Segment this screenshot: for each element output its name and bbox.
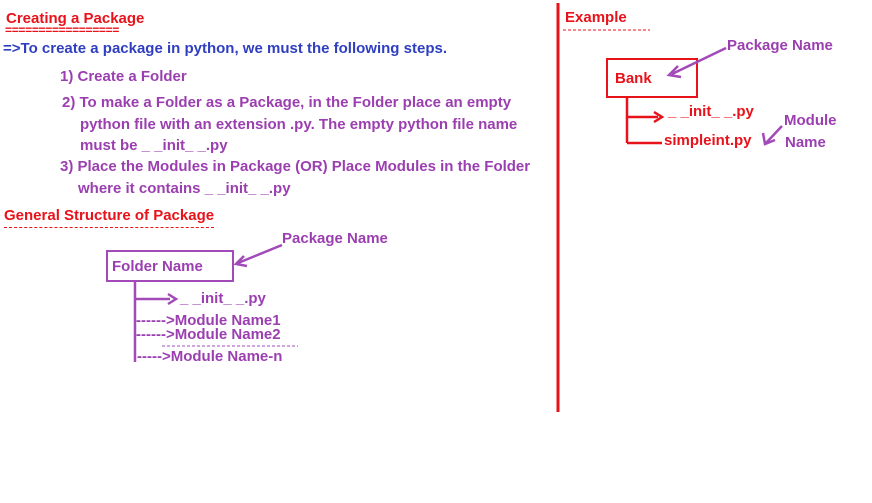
- package-name-arrow: [237, 243, 283, 265]
- diagram-lines: [133, 3, 783, 412]
- example-package-arrow: [671, 46, 727, 76]
